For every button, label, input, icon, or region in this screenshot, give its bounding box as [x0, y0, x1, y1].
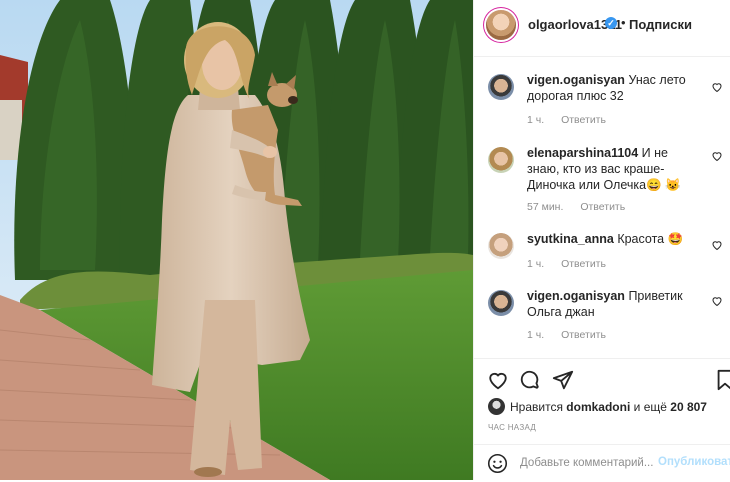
- commenter-avatar[interactable]: [488, 290, 514, 316]
- reply-button[interactable]: Ответить: [580, 201, 625, 213]
- post-actions: Нравится domkadoni и ещё 20 807 ЧАС НАЗА…: [474, 358, 730, 481]
- comment-input[interactable]: [520, 455, 658, 471]
- verified-badge-icon: ✓: [605, 17, 617, 29]
- comment-text: Красота 🤩: [617, 232, 684, 246]
- likes-summary: Нравится domkadoni и ещё 20 807: [510, 400, 707, 414]
- comment-meta: 1 ч. Ответить: [527, 329, 620, 341]
- comment-body: vigen.oganisyan Приветик Ольга джан: [527, 288, 699, 320]
- header-separator: •: [621, 15, 626, 30]
- reply-button[interactable]: Ответить: [561, 329, 606, 341]
- commenter-avatar[interactable]: [488, 74, 514, 100]
- likes-prefix: Нравится: [510, 400, 563, 414]
- comment-like-heart-icon[interactable]: [711, 150, 723, 162]
- add-comment-bar: Опубликовать: [474, 444, 730, 482]
- bookmark-icon[interactable]: [714, 369, 730, 391]
- post-side-panel: olgaorlova1311 ✓ • Подписки vigen.oganis…: [473, 0, 730, 480]
- heart-icon[interactable]: [487, 369, 509, 391]
- author-avatar[interactable]: [486, 10, 516, 40]
- post-timestamp[interactable]: ЧАС НАЗАД: [488, 423, 536, 432]
- comment-like-heart-icon[interactable]: [711, 81, 723, 93]
- commenter-username[interactable]: elenaparshina1104: [527, 146, 638, 160]
- commenter-username[interactable]: syutkina_anna: [527, 232, 614, 246]
- comment-like-heart-icon[interactable]: [711, 239, 723, 251]
- comment-meta: 1 ч. Ответить: [527, 258, 620, 270]
- comment-body: syutkina_anna Красота 🤩: [527, 231, 699, 247]
- liker-avatar[interactable]: [488, 398, 505, 415]
- liker-username[interactable]: domkadoni: [566, 400, 630, 414]
- paper-plane-icon[interactable]: [552, 369, 574, 391]
- comment-meta: 1 ч. Ответить: [527, 114, 620, 126]
- comment-meta: 57 мин. Ответить: [527, 201, 639, 213]
- reply-button[interactable]: Ответить: [561, 258, 606, 270]
- comment-body: elenaparshina1104 И не знаю, кто из вас …: [527, 145, 699, 193]
- comment-bubble-icon[interactable]: [519, 369, 541, 391]
- comment-body: vigen.oganisyan Унас лето дорогая плюс 3…: [527, 72, 699, 104]
- commenter-avatar[interactable]: [488, 147, 514, 173]
- comment-time: 57 мин.: [527, 201, 564, 213]
- commenter-avatar[interactable]: [488, 233, 514, 259]
- comment-time: 1 ч.: [527, 329, 545, 341]
- smiley-icon[interactable]: [487, 453, 508, 474]
- following-button[interactable]: Подписки: [629, 17, 692, 32]
- reply-button[interactable]: Ответить: [561, 114, 606, 126]
- commenter-username[interactable]: vigen.oganisyan: [527, 73, 625, 87]
- publish-button[interactable]: Опубликовать: [658, 456, 730, 468]
- post-header: olgaorlova1311 ✓ • Подписки: [474, 0, 730, 57]
- post-photo-illustration: [0, 0, 473, 480]
- post-photo[interactable]: [0, 0, 473, 480]
- comment-like-heart-icon[interactable]: [711, 295, 723, 307]
- commenter-username[interactable]: vigen.oganisyan: [527, 289, 625, 303]
- comment-time: 1 ч.: [527, 258, 545, 270]
- likes-count[interactable]: 20 807: [670, 400, 707, 414]
- comment-time: 1 ч.: [527, 114, 545, 126]
- likes-middle: и ещё: [633, 400, 667, 414]
